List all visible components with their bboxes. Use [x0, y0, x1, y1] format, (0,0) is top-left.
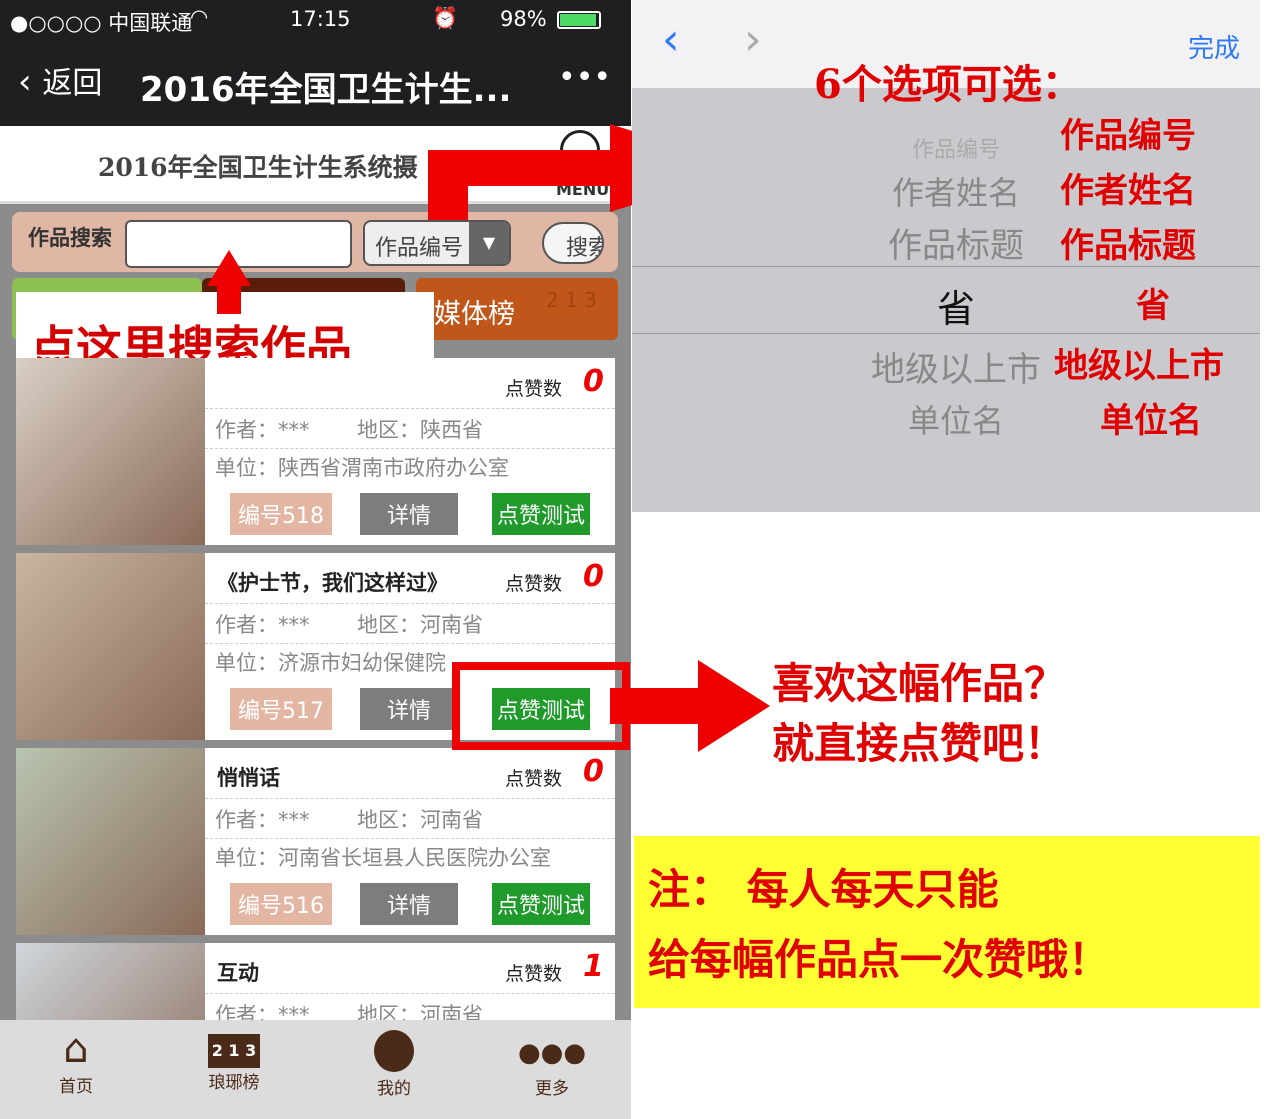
search-button[interactable]: 搜索	[542, 222, 604, 264]
option-label: 地级以上市	[1054, 346, 1224, 386]
detail-button[interactable]: 详情	[360, 688, 458, 730]
work-card: 点赞数 0 作者：*** 地区：陕西省 单位：陕西省渭南市政府办公室 编号518 …	[16, 358, 615, 545]
podium-icon: 2 1 3	[208, 1034, 260, 1068]
option-label: 作品编号	[1060, 116, 1196, 156]
tab-ranking[interactable]: 2 1 3 琅琊榜	[174, 1020, 294, 1119]
next-icon[interactable]: ›	[744, 14, 762, 65]
vote-highlight-box	[452, 662, 630, 750]
unit: 单位：河南省长垣县人民医院办公室	[215, 846, 551, 870]
search-bar: 作品搜索 作品编号 ▼ 搜索	[12, 212, 618, 272]
likes-label: 点赞数	[505, 963, 563, 985]
likes-count: 1	[583, 949, 604, 984]
more-button[interactable]: •••	[558, 60, 611, 95]
work-id-badge: 编号518	[230, 493, 332, 535]
arrow-up-icon	[207, 250, 251, 286]
author: 作者：***	[215, 613, 310, 637]
arrow-shaft	[217, 284, 241, 314]
option-label: 作者姓名	[1060, 171, 1196, 211]
option-labels: 作品编号 作者姓名 作品标题 省 地级以上市 单位名	[1054, 108, 1260, 448]
select-value: 作品编号	[375, 236, 464, 261]
tab-home[interactable]: ⌂ 首页	[16, 1020, 136, 1119]
work-info: 点赞数 0 作者：*** 地区：陕西省 单位：陕西省渭南市政府办公室 编号518 …	[205, 358, 615, 545]
unit: 单位：济源市妇幼保健院	[215, 651, 446, 675]
chevron-down-icon: ▼	[469, 222, 509, 264]
back-label: 返回	[42, 66, 103, 101]
picker-heading: 6个选项可选：	[814, 61, 1082, 108]
work-info: 悄悄话 点赞数 0 作者：*** 地区：河南省 单位：河南省长垣县人民医院办公室…	[205, 748, 615, 935]
vote-button[interactable]: 点赞测试	[492, 883, 590, 925]
clock: 17:15	[290, 7, 351, 31]
back-button[interactable]: ‹ 返回	[18, 58, 102, 102]
tab-mine[interactable]: 我的	[334, 1020, 454, 1119]
region: 地区：河南省	[357, 808, 483, 832]
note-line-1: 注： 每人每天只能	[648, 865, 999, 914]
picker-screen: ‹ › 完成 作品编号 作者姓名 作品标题 省 地级以上市 单位名 6个选项可选…	[632, 0, 1280, 1119]
prev-icon[interactable]: ‹	[662, 14, 680, 65]
work-id-badge: 编号516	[230, 883, 332, 925]
work-photo[interactable]	[16, 748, 205, 935]
like-hint-2: 就直接点赞吧！	[772, 719, 1067, 768]
tab-label: 首页	[59, 1077, 93, 1097]
battery-level: 98%	[500, 7, 547, 31]
region: 地区：河南省	[357, 613, 483, 637]
arrow-shaft	[428, 150, 628, 186]
page-title: 2016年全国卫生计生...	[140, 70, 512, 110]
note-line-2: 给每幅作品点一次赞哦！	[648, 935, 1111, 984]
author: 作者：***	[215, 418, 310, 442]
tab-more[interactable]: ●●● 更多	[492, 1020, 612, 1119]
work-photo[interactable]	[16, 358, 205, 545]
site-title: 2016年全国卫生计生系统摄	[98, 153, 418, 182]
work-card: 悄悄话 点赞数 0 作者：*** 地区：河南省 单位：河南省长垣县人民医院办公室…	[16, 748, 615, 935]
work-title[interactable]: 《护士节，我们这样过》	[217, 567, 448, 597]
tab-media-label: 媒体榜	[434, 299, 515, 330]
option-label: 作品标题	[1060, 226, 1196, 266]
likes-count: 0	[583, 754, 604, 789]
wifi-icon: ◠	[190, 5, 209, 29]
done-button[interactable]: 完成	[1188, 28, 1240, 65]
tab-label: 我的	[377, 1079, 411, 1099]
likes-count: 0	[583, 559, 604, 594]
tab-label: 琅琊榜	[208, 1073, 260, 1093]
nav-bar: ‹ 返回 2016年全国卫生计生... •••	[0, 40, 631, 126]
tab-media[interactable]: 媒体榜 2 1 3	[416, 278, 618, 340]
like-hint-1: 喜欢这幅作品？	[772, 659, 1067, 708]
likes-label: 点赞数	[505, 573, 563, 595]
tab-label: 更多	[535, 1079, 569, 1099]
podium-icon: 2 1 3	[546, 288, 597, 312]
option-label: 单位名	[1100, 401, 1202, 441]
author: 作者：***	[215, 808, 310, 832]
likes-count: 0	[583, 364, 604, 399]
user-icon	[374, 1030, 414, 1072]
unit: 单位：陕西省渭南市政府办公室	[215, 456, 509, 480]
search-field-select[interactable]: 作品编号 ▼	[363, 220, 511, 266]
work-id-badge: 编号517	[230, 688, 332, 730]
arrow-shaft	[610, 688, 700, 724]
arrow-right-icon	[698, 660, 770, 752]
status-bar: ●○○○○ 中国联通 ◠ 17:15 ⏰ 98%	[0, 0, 631, 40]
option-label: 省	[1136, 286, 1170, 326]
note-box: 注： 每人每天只能 给每幅作品点一次赞哦！	[634, 836, 1260, 1008]
detail-button[interactable]: 详情	[360, 883, 458, 925]
battery-icon	[557, 11, 601, 29]
work-title[interactable]: 互动	[217, 957, 259, 987]
carrier: ●○○○○ 中国联通	[10, 11, 193, 35]
likes-label: 点赞数	[505, 378, 563, 400]
work-photo[interactable]	[16, 553, 205, 740]
vote-button[interactable]: 点赞测试	[492, 493, 590, 535]
detail-button[interactable]: 详情	[360, 493, 458, 535]
more-icon: ●●●	[517, 1038, 587, 1068]
search-label: 作品搜索	[28, 226, 112, 250]
bottom-tab-bar: ⌂ 首页 2 1 3 琅琊榜 我的 ●●● 更多	[0, 1020, 631, 1119]
likes-label: 点赞数	[505, 768, 563, 790]
home-icon: ⌂	[63, 1026, 89, 1072]
alarm-icon: ⏰	[432, 6, 459, 30]
region: 地区：陕西省	[357, 418, 483, 442]
work-title[interactable]: 悄悄话	[217, 762, 280, 792]
